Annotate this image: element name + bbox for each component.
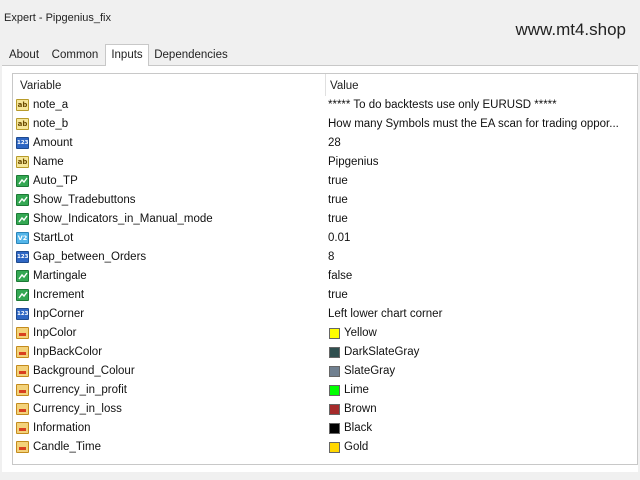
header-value[interactable]: Value <box>330 74 359 96</box>
string-ab-icon: ab <box>16 156 29 168</box>
variable-value[interactable]: How many Symbols must the EA scan for tr… <box>328 115 634 134</box>
table-row[interactable]: ab note_b How many Symbols must the EA sca… <box>13 115 637 134</box>
variable-value[interactable]: true <box>328 286 634 305</box>
table-row[interactable]: Information Black <box>13 419 637 438</box>
table-row[interactable]: Currency_in_loss Brown <box>13 400 637 419</box>
inputs-panel: Variable Value ab note_a ***** To do backt… <box>2 65 638 472</box>
integer-123-icon: 123 <box>16 308 29 320</box>
table-row[interactable]: 123 Amount 28 <box>13 134 637 153</box>
tab-dependencies[interactable]: Dependencies <box>151 46 231 64</box>
table-row[interactable]: Show_Indicators_in_Manual_mode true <box>13 210 637 229</box>
color-icon <box>16 327 29 339</box>
variable-name: Show_Indicators_in_Manual_mode <box>33 213 213 225</box>
color-icon <box>16 346 29 358</box>
color-swatch <box>329 328 340 339</box>
window-title: Expert - Pipgenius_fix <box>4 12 111 24</box>
variable-name: Background_Colour <box>33 365 135 377</box>
variable-value[interactable]: true <box>328 210 634 229</box>
table-row[interactable]: ab Name Pipgenius <box>13 153 637 172</box>
double-v2-icon: V2 <box>16 232 29 244</box>
variable-value[interactable]: DarkSlateGray <box>344 343 634 362</box>
color-swatch <box>329 347 340 358</box>
variable-value[interactable]: 8 <box>328 248 634 267</box>
variable-value[interactable]: false <box>328 267 634 286</box>
color-icon <box>16 403 29 415</box>
string-ab-icon: ab <box>16 99 29 111</box>
variable-name: Currency_in_profit <box>33 384 127 396</box>
variable-value[interactable]: Pipgenius <box>328 153 634 172</box>
bool-icon <box>16 270 29 282</box>
bool-icon <box>16 175 29 187</box>
tab-about[interactable]: About <box>4 46 44 64</box>
integer-123-icon: 123 <box>16 251 29 263</box>
table-row[interactable]: ab note_a ***** To do backtests use only E… <box>13 96 637 115</box>
table-row[interactable]: V2 StartLot 0.01 <box>13 229 637 248</box>
variable-value[interactable]: Yellow <box>344 324 634 343</box>
variable-name: Show_Tradebuttons <box>33 194 136 206</box>
variable-name: Information <box>33 422 91 434</box>
color-icon <box>16 422 29 434</box>
integer-123-icon: 123 <box>16 137 29 149</box>
table-row[interactable]: Background_Colour SlateGray <box>13 362 637 381</box>
variable-name: InpColor <box>33 327 77 339</box>
tab-common[interactable]: Common <box>47 46 103 64</box>
color-icon <box>16 441 29 453</box>
table-row[interactable]: Auto_TP true <box>13 172 637 191</box>
variable-name: InpBackColor <box>33 346 103 358</box>
variable-name: Gap_between_Orders <box>33 251 147 263</box>
variable-value[interactable]: Lime <box>344 381 634 400</box>
variable-name: note_b <box>33 118 69 130</box>
color-icon <box>16 365 29 377</box>
variable-name: Candle_Time <box>33 441 101 453</box>
table-row[interactable]: 123 Gap_between_Orders 8 <box>13 248 637 267</box>
variable-name: Amount <box>33 137 73 149</box>
table-row[interactable]: InpBackColor DarkSlateGray <box>13 343 637 362</box>
variable-name: note_a <box>33 99 69 111</box>
variable-value[interactable]: true <box>328 191 634 210</box>
color-swatch <box>329 442 340 453</box>
variable-value[interactable]: 28 <box>328 134 634 153</box>
header-divider[interactable] <box>325 74 326 96</box>
watermark: www.mt4.shop <box>515 20 626 39</box>
variable-value[interactable]: ***** To do backtests use only EURUSD **… <box>328 96 634 115</box>
variable-name: Name <box>33 156 64 168</box>
variable-value[interactable]: Gold <box>344 438 634 457</box>
variable-value[interactable]: Brown <box>344 400 634 419</box>
table-row[interactable]: Show_Tradebuttons true <box>13 191 637 210</box>
variable-value[interactable]: true <box>328 172 634 191</box>
color-swatch <box>329 385 340 396</box>
variable-name: Currency_in_loss <box>33 403 122 415</box>
variable-name: Increment <box>33 289 85 301</box>
variable-value[interactable]: SlateGray <box>344 362 634 381</box>
table-row[interactable]: Candle_Time Gold <box>13 438 637 457</box>
bool-icon <box>16 194 29 206</box>
color-swatch <box>329 366 340 377</box>
color-icon <box>16 384 29 396</box>
table-row[interactable]: InpColor Yellow <box>13 324 637 343</box>
inputs-table: Variable Value ab note_a ***** To do backt… <box>12 73 638 465</box>
table-row[interactable]: Martingale false <box>13 267 637 286</box>
string-ab-icon: ab <box>16 118 29 130</box>
bool-icon <box>16 289 29 301</box>
table-row[interactable]: 123 InpCorner Left lower chart corner <box>13 305 637 324</box>
variable-value[interactable]: Left lower chart corner <box>328 305 634 324</box>
table-row[interactable]: Currency_in_profit Lime <box>13 381 637 400</box>
variable-name: InpCorner <box>33 308 85 320</box>
header-variable[interactable]: Variable <box>20 74 61 96</box>
variable-value[interactable]: Black <box>344 419 634 438</box>
variable-name: StartLot <box>33 232 74 244</box>
variable-name: Martingale <box>33 270 87 282</box>
bool-icon <box>16 213 29 225</box>
variable-name: Auto_TP <box>33 175 78 187</box>
color-swatch <box>329 423 340 434</box>
table-header: Variable Value <box>13 74 637 96</box>
tab-bar: About Common Inputs Dependencies <box>0 44 640 66</box>
variable-value[interactable]: 0.01 <box>328 229 634 248</box>
tab-inputs[interactable]: Inputs <box>105 44 149 66</box>
color-swatch <box>329 404 340 415</box>
table-row[interactable]: Increment true <box>13 286 637 305</box>
